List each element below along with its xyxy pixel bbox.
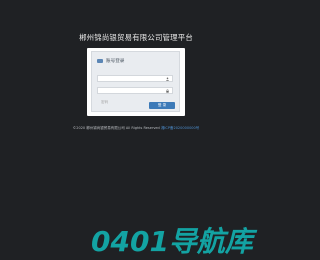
copyright-text: ©2020 郴州锦尚银贸易有限公司 All Rights Reserved [72,126,160,130]
user-icon [166,77,169,81]
footer: ©2020 郴州锦尚银贸易有限公司 All Rights Reserved 湘I… [0,126,272,131]
lock-icon [166,89,169,93]
login-button-label: 登 录 [157,103,167,107]
username-field[interactable] [97,75,173,93]
panel-header: 账号登录 [97,58,124,64]
icp-link[interactable]: 湘ICP备2020000000号 [161,126,199,130]
watermark-logo: 0401导航库 [91,225,253,258]
login-panel: 账号登录 登 录 [91,51,180,112]
password-field[interactable] [97,87,173,105]
page-title: 郴州锦尚银贸易有限公司管理平台 [79,33,193,42]
login-button[interactable]: 登 录 [149,102,175,109]
login-box: 账号登录 登 录 [87,48,185,116]
panel-header-label: 账号登录 [106,59,125,64]
account-icon [97,59,103,63]
